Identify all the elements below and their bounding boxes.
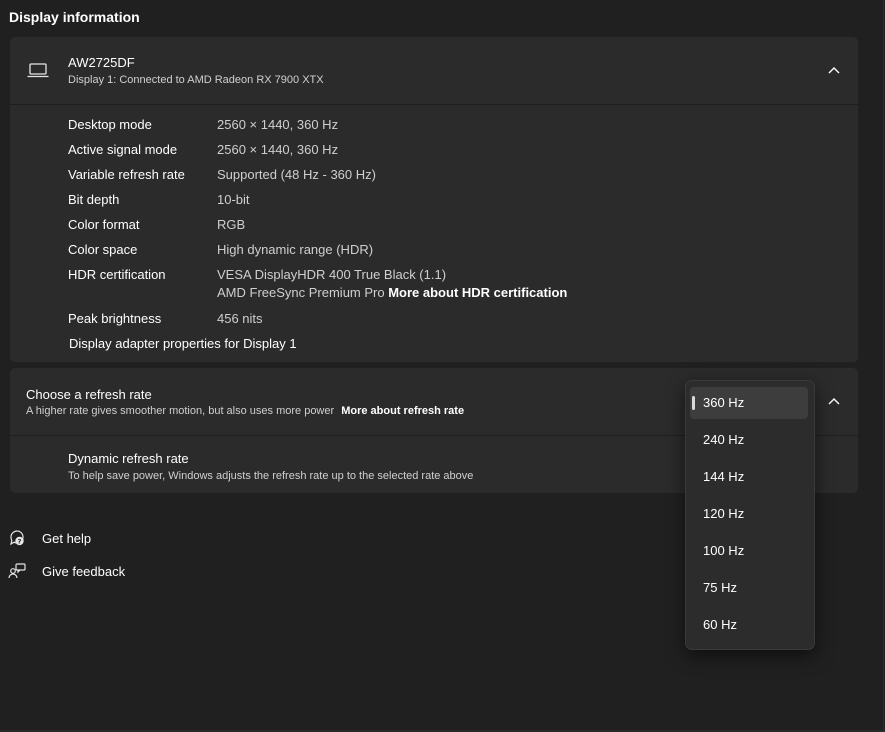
option-label: 144 Hz bbox=[703, 469, 745, 484]
hdr-cert-freesync: AMD FreeSync Premium Pro bbox=[217, 285, 385, 300]
chevron-up-icon bbox=[828, 67, 840, 74]
option-label: 240 Hz bbox=[703, 432, 745, 447]
adapter-properties-link[interactable]: Display adapter properties for Display 1 bbox=[69, 336, 297, 351]
row-label-peak-brightness: Peak brightness bbox=[68, 311, 162, 326]
refresh-option-144[interactable]: 144 Hz bbox=[690, 461, 808, 493]
row-label-bit-depth: Bit depth bbox=[68, 192, 120, 207]
window-edge bbox=[883, 0, 884, 732]
option-label: 75 Hz bbox=[703, 580, 737, 595]
display-card-header[interactable]: AW2725DF Display 1: Connected to AMD Rad… bbox=[10, 37, 858, 105]
help-icon: ? bbox=[10, 530, 24, 546]
selected-indicator bbox=[692, 396, 695, 410]
row-value-active-signal: 2560 × 1440, 360 Hz bbox=[217, 142, 339, 157]
give-feedback-label: Give feedback bbox=[42, 564, 126, 579]
refresh-option-75[interactable]: 75 Hz bbox=[690, 572, 808, 604]
laptop-icon bbox=[27, 63, 49, 78]
row-value-color-format: RGB bbox=[217, 217, 246, 232]
option-label: 100 Hz bbox=[703, 543, 745, 558]
refresh-option-120[interactable]: 120 Hz bbox=[690, 498, 808, 530]
chevron-up-icon bbox=[828, 398, 840, 405]
refresh-rate-link[interactable]: More about refresh rate bbox=[341, 405, 464, 417]
display-info-card: AW2725DF Display 1: Connected to AMD Rad… bbox=[10, 37, 858, 362]
display-connection: Display 1: Connected to AMD Radeon RX 79… bbox=[68, 74, 324, 86]
collapse-display-button[interactable] bbox=[822, 59, 846, 83]
section-title: Display information bbox=[9, 9, 140, 25]
row-label-vrr: Variable refresh rate bbox=[68, 167, 185, 182]
row-value-hdr-cert: VESA DisplayHDR 400 True Black (1.1) bbox=[217, 267, 447, 282]
row-label-desktop-mode: Desktop mode bbox=[68, 117, 152, 132]
refresh-option-360[interactable]: 360 Hz bbox=[690, 387, 808, 419]
refresh-rate-dropdown[interactable]: 360 Hz 240 Hz 144 Hz 120 Hz 100 Hz 75 Hz… bbox=[685, 380, 815, 650]
refresh-option-240[interactable]: 240 Hz bbox=[690, 424, 808, 456]
row-value-bit-depth: 10-bit bbox=[217, 192, 250, 207]
svg-text:?: ? bbox=[18, 538, 22, 546]
option-label: 60 Hz bbox=[703, 617, 737, 632]
row-label-color-space: Color space bbox=[68, 242, 138, 257]
row-label-color-format: Color format bbox=[68, 217, 140, 232]
refresh-option-100[interactable]: 100 Hz bbox=[690, 535, 808, 567]
row-value-vrr: Supported (48 Hz - 360 Hz) bbox=[217, 167, 376, 182]
option-label: 120 Hz bbox=[703, 506, 745, 521]
refresh-rate-title: Choose a refresh rate bbox=[26, 387, 152, 402]
row-label-hdr-cert: HDR certification bbox=[68, 267, 166, 282]
row-value-hdr-cert-line2: AMD FreeSync Premium Pro More about HDR … bbox=[217, 285, 567, 300]
display-name: AW2725DF bbox=[68, 55, 135, 70]
refresh-rate-description: A higher rate gives smoother motion, but… bbox=[26, 405, 335, 417]
refresh-rate-subtitle: A higher rate gives smoother motion, but… bbox=[26, 405, 464, 417]
row-value-desktop-mode: 2560 × 1440, 360 Hz bbox=[217, 117, 339, 132]
get-help-label: Get help bbox=[42, 531, 92, 546]
collapse-refresh-button[interactable] bbox=[822, 390, 846, 414]
row-label-active-signal: Active signal mode bbox=[68, 142, 178, 157]
row-value-color-space: High dynamic range (HDR) bbox=[217, 242, 374, 257]
row-value-peak-brightness: 456 nits bbox=[217, 311, 263, 326]
hdr-cert-link[interactable]: More about HDR certification bbox=[388, 285, 567, 300]
feedback-icon bbox=[8, 563, 26, 579]
dynamic-refresh-subtitle: To help save power, Windows adjusts the … bbox=[68, 470, 474, 482]
refresh-option-60[interactable]: 60 Hz bbox=[690, 609, 808, 641]
dynamic-refresh-title: Dynamic refresh rate bbox=[68, 451, 189, 466]
option-label: 360 Hz bbox=[703, 395, 745, 410]
settings-page: Display information AW2725DF Display 1: … bbox=[0, 0, 885, 732]
